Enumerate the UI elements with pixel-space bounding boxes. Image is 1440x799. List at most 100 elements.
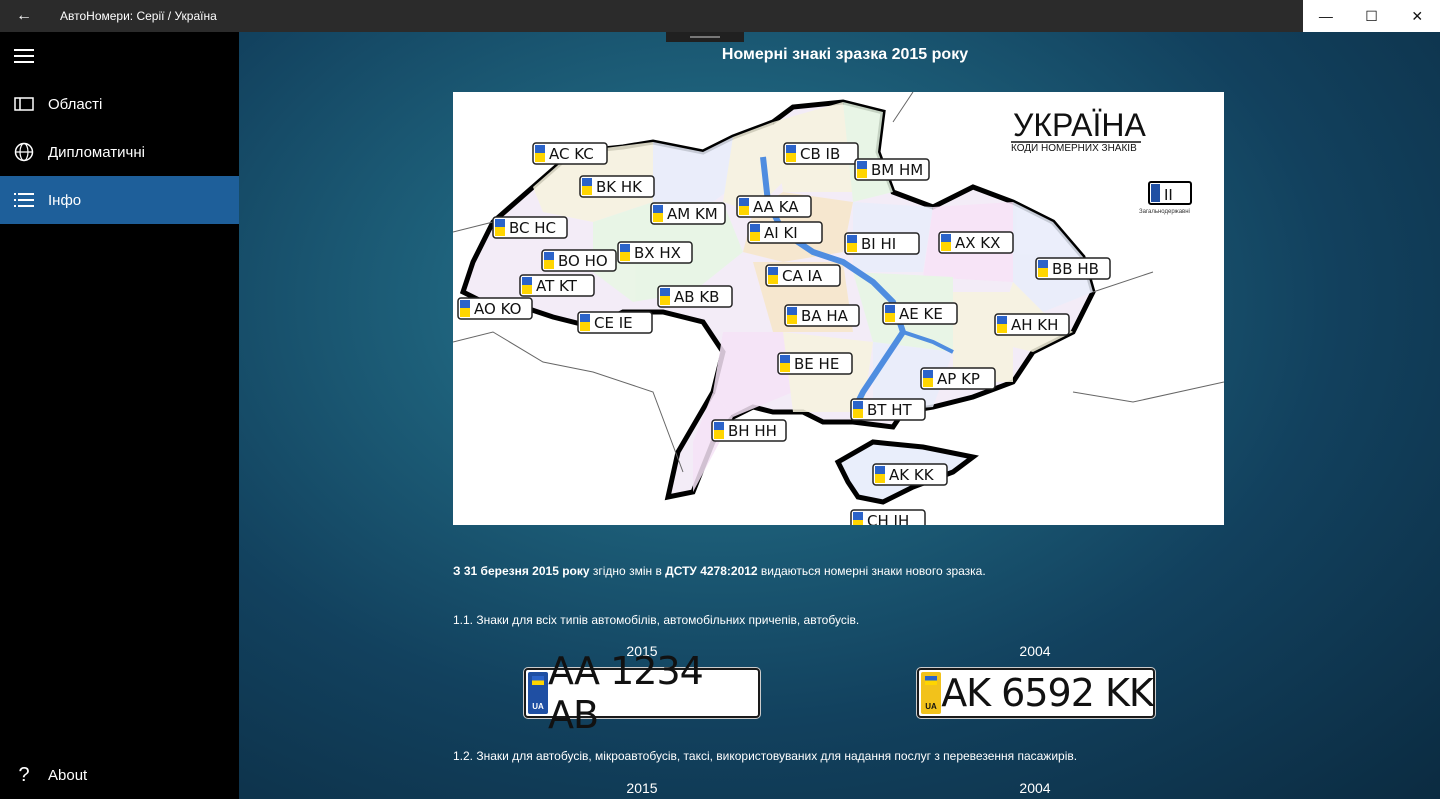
region-code-text: AO KO [474, 300, 521, 318]
region-code-text: BT HT [867, 401, 913, 419]
region-code-plate: BM HM [854, 158, 930, 181]
sidebar-item-regions[interactable]: Області [0, 80, 239, 128]
region-code-text: CA IA [782, 267, 823, 285]
region-code-text: BM HM [871, 161, 923, 179]
sidebar-item-label: About [48, 766, 88, 784]
region-code-text: CB IB [800, 145, 840, 163]
drag-handle[interactable] [666, 32, 744, 42]
region-code-plate: AH KH [994, 313, 1070, 336]
hamburger-button[interactable] [0, 32, 48, 80]
year-old-label: 2004 [1019, 643, 1051, 659]
plate-2004: UA AK 6592 KK [917, 668, 1155, 718]
close-button[interactable]: ✕ [1394, 0, 1440, 32]
region-code-plate: AI KI [747, 221, 823, 244]
region-code-text: AE KE [899, 305, 943, 323]
region-code-plate: BX HX [617, 241, 693, 264]
region-code-text: BX HX [634, 244, 681, 262]
region-code-text: BE HE [794, 355, 839, 373]
region-code-plate: CH IH [850, 509, 926, 525]
sidebar-item-label: Дипломатичні [48, 143, 145, 161]
sidebar: Області Дипломатичні Інфо ? About [0, 32, 239, 799]
region-code-plate: BH HH [711, 419, 787, 442]
title-bar: ← АвтоНомери: Серії / Україна — ☐ ✕ [0, 0, 1440, 32]
back-arrow-icon: ← [16, 7, 32, 24]
region-code-text: BC HC [509, 219, 556, 237]
intro-tail: видаються номерні знаки нового зразка. [757, 564, 986, 578]
intro-date: З 31 березня 2015 року [453, 564, 590, 578]
ukraine-flag-icon [532, 676, 544, 685]
region-code-plate: AE KE [882, 302, 958, 325]
plate-flag-box: UA [921, 672, 941, 714]
region-code-plate: AP KP [920, 367, 996, 390]
sidebar-item-diplomatic[interactable]: Дипломатичні [0, 128, 239, 176]
region-code-plate: AA KA [736, 195, 812, 218]
map-subheading: КОДИ НОМЕРНИХ ЗНАКІВ [1011, 143, 1137, 154]
page-title: Номерні знакі зразка 2015 року [721, 46, 969, 63]
main-content: Номерні знакі зразка 2015 року УКРАЇНА К… [239, 32, 1440, 799]
intro-standard: ДСТУ 4278:2012 [665, 564, 758, 578]
sidebar-item-about[interactable]: ? About [0, 751, 239, 799]
region-code-text: BB HB [1052, 260, 1099, 278]
hamburger-icon [14, 49, 34, 63]
region-code-text: AI KI [764, 224, 798, 242]
plate-number: AK 6592 KK [941, 671, 1154, 715]
window-controls: — ☐ ✕ [1303, 0, 1440, 32]
maximize-icon: ☐ [1365, 7, 1378, 24]
region-code-plate: BT HT [850, 398, 926, 421]
ukraine-map: УКРАЇНА КОДИ НОМЕРНИХ ЗНАКІВ II Загально… [453, 92, 1224, 525]
region-code-text: AH KH [1011, 316, 1058, 334]
region-code-text: BO HO [558, 252, 608, 270]
back-button[interactable]: ← [0, 0, 48, 32]
region-code-plate: AC KC [532, 142, 608, 165]
globe-icon [0, 142, 48, 162]
plate-2015: UA AA 1234 AB [524, 649, 760, 737]
section-1-heading: 1.1. Знаки для всіх типів автомобілів, а… [453, 613, 860, 627]
region-code-text: AC KC [549, 145, 594, 163]
region-code-plate: BB HB [1035, 257, 1111, 280]
ukraine-flag-icon [925, 676, 937, 685]
map-heading: УКРАЇНА [1013, 107, 1147, 143]
plate-flag-box: UA [528, 672, 548, 714]
region-code-text: AK KK [889, 466, 935, 484]
region-code-plate: BI HI [844, 232, 920, 255]
region-code-plate: CB IB [783, 142, 859, 165]
region-code-plate: AB KB [657, 285, 733, 308]
minimize-button[interactable]: — [1303, 0, 1349, 32]
legend-plate: II [1148, 181, 1192, 205]
region-code-text: BA HA [801, 307, 849, 325]
region-code-text: AP KP [937, 370, 980, 388]
minimize-icon: — [1318, 8, 1333, 24]
close-icon: ✕ [1411, 7, 1424, 24]
region-code-plate: AM KM [650, 202, 726, 225]
region-code-text: BI HI [861, 235, 896, 253]
region-code-text: CH IH [867, 512, 909, 525]
sidebar-item-label: Області [48, 95, 103, 113]
sidebar-item-info[interactable]: Інфо [0, 176, 239, 224]
region-code-plate: CA IA [765, 264, 841, 287]
region-code-plate: BA HA [784, 304, 860, 327]
intro-paragraph: З 31 березня 2015 року згідно змін в ДСТ… [453, 564, 986, 578]
region-code-text: AX KX [955, 234, 1000, 252]
region-code-text: AM KM [667, 205, 718, 223]
legend-code: II [1164, 186, 1173, 204]
region-code-plate: BK HK [579, 175, 655, 198]
region-code-text: CE IE [594, 314, 633, 332]
region-code-plate: AT KT [519, 274, 595, 297]
list-icon [0, 192, 48, 208]
region-code-text: AT KT [536, 277, 578, 295]
region-code-plate: AX KX [938, 231, 1014, 254]
region-code-text: BK HK [596, 178, 643, 196]
plate-number: AA 1234 AB [548, 649, 704, 737]
panel-icon [0, 97, 48, 111]
region-code-text: AA KA [753, 198, 799, 216]
legend-caption: Загальнодержавні [1139, 209, 1190, 215]
region-code-plate: BO HO [541, 249, 617, 272]
section-2-heading: 1.2. Знаки для автобусів, мікроавтобусів… [453, 749, 1078, 763]
window-title: АвтоНомери: Серії / Україна [60, 9, 217, 23]
region-code-plate: BE HE [777, 352, 853, 375]
year-new-label-2: 2015 [626, 780, 658, 796]
maximize-button[interactable]: ☐ [1349, 0, 1395, 32]
region-code-plate: AO KO [457, 297, 533, 320]
question-icon: ? [18, 763, 30, 786]
region-code-text: BH HH [728, 422, 777, 440]
